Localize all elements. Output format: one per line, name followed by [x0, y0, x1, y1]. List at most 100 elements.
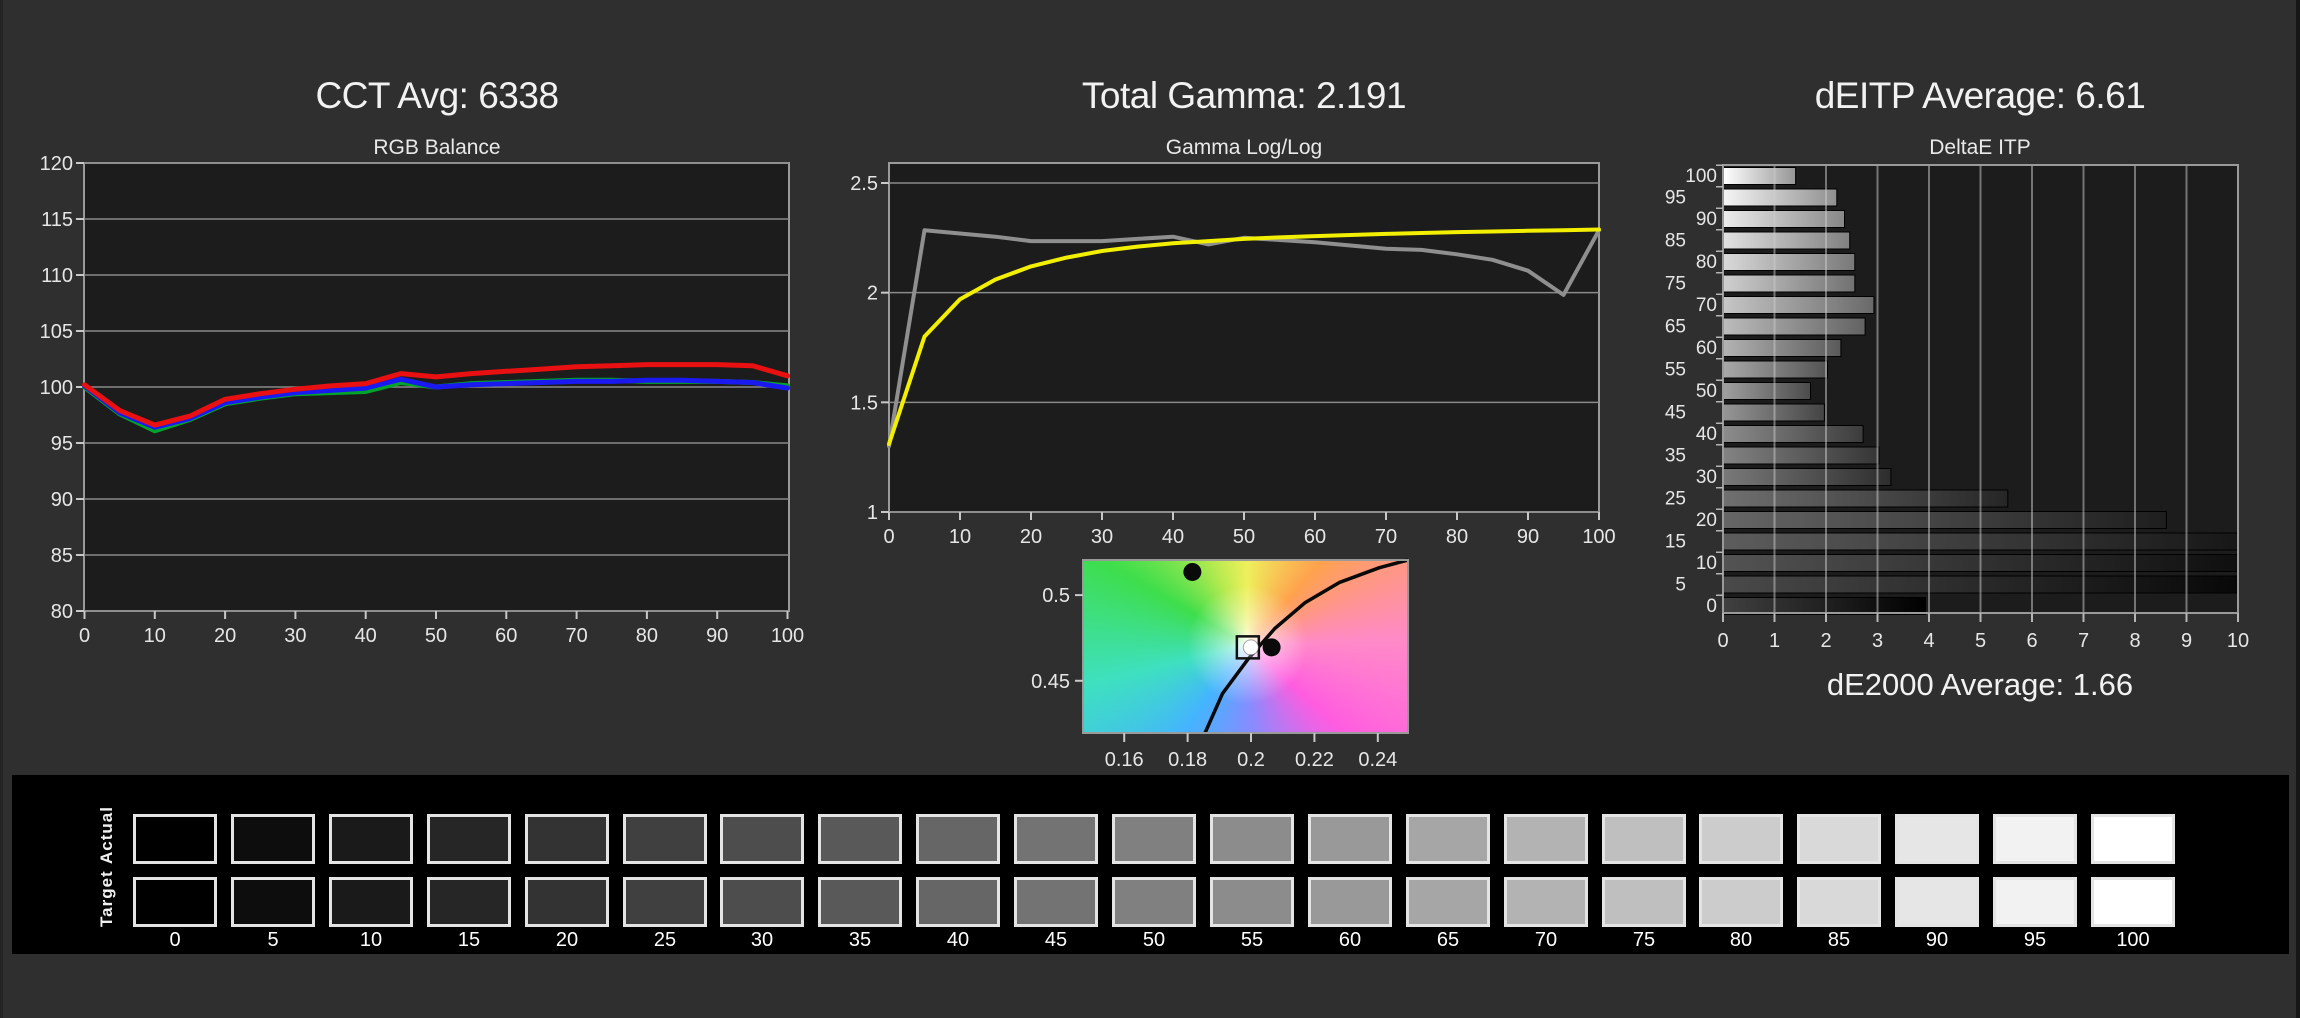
deitp-plot-border — [1722, 164, 2239, 614]
deitp-bar-5 — [1723, 575, 2239, 594]
actual-swatch-35 — [818, 814, 902, 864]
deitp-bar-55 — [1723, 360, 1828, 379]
swatch-level-label: 0 — [169, 929, 181, 951]
swatch-level-label: 90 — [1925, 929, 1949, 951]
deitp-plot-area — [1723, 165, 2238, 613]
target-swatch-5 — [231, 877, 315, 927]
deitp-category-label: 100 — [1685, 166, 1717, 187]
swatch-level-label: 35 — [848, 929, 872, 951]
x-tick-label: 60 — [495, 625, 517, 647]
deitp-category-label: 55 — [1665, 360, 1686, 381]
deitp-bar-85 — [1723, 231, 1851, 250]
actual-swatch-60 — [1308, 814, 1392, 864]
gamma-loglog-series-reference — [887, 227, 1601, 446]
x-tick-label: 50 — [1233, 526, 1255, 548]
swatch-level-label: 85 — [1827, 929, 1851, 951]
x-tick-label: 90 — [1517, 526, 1539, 548]
target-swatch-50 — [1112, 877, 1196, 927]
y-tick-label: 120 — [40, 153, 73, 175]
deitp-category-label: 30 — [1696, 467, 1717, 488]
strip-row-label-actual: Actual — [97, 806, 116, 864]
x-tick-label: 100 — [1582, 526, 1615, 548]
gamma-loglog-series-measured — [887, 228, 1601, 449]
cie-y-tick-label: 0.45 — [1031, 671, 1070, 693]
x-tick-label: 60 — [1304, 526, 1326, 548]
y-tick-label: 90 — [51, 489, 73, 511]
cie-x-tick-label: 0.16 — [1105, 749, 1144, 771]
deitp-category-label: 75 — [1665, 274, 1686, 295]
deitp-category-label: 80 — [1696, 252, 1717, 273]
swatch-level-label: 50 — [1142, 929, 1166, 951]
total-gamma-title: Total Gamma: 2.191 — [1081, 75, 1407, 116]
x-tick-label: 40 — [1162, 526, 1184, 548]
gamma-loglog-subtitle: Gamma Log/Log — [1165, 136, 1323, 159]
de2000-average-label: dE2000 Average: 1.66 — [1826, 667, 2134, 702]
deitp-average-title: dEITP Average: 6.61 — [1814, 75, 2146, 116]
deitp-category-label: 50 — [1696, 381, 1717, 402]
actual-swatch-5 — [231, 814, 315, 864]
actual-swatch-0 — [133, 814, 217, 864]
x-tick-label: 2 — [1820, 630, 1831, 652]
deitp-bar-75 — [1723, 274, 1856, 293]
x-tick-label: 20 — [214, 625, 236, 647]
deltae-itp-subtitle: DeltaE ITP — [1929, 136, 2031, 159]
actual-swatch-15 — [427, 814, 511, 864]
actual-swatch-30 — [720, 814, 804, 864]
actual-swatch-65 — [1406, 814, 1490, 864]
target-swatch-70 — [1504, 877, 1588, 927]
actual-swatch-45 — [1014, 814, 1098, 864]
deitp-category-label: 70 — [1696, 295, 1717, 316]
x-tick-label: 10 — [949, 526, 971, 548]
rgb-balance-series-green — [82, 377, 790, 434]
y-tick-label: 80 — [51, 601, 73, 623]
target-swatch-80 — [1699, 877, 1783, 927]
x-tick-label: 50 — [425, 625, 447, 647]
x-tick-label: 5 — [1975, 630, 1986, 652]
x-tick-label: 30 — [284, 625, 306, 647]
deitp-bar-50 — [1723, 382, 1811, 400]
deitp-bar-30 — [1723, 468, 1892, 486]
x-tick-label: 0 — [883, 526, 894, 548]
deitp-bar-0 — [1723, 597, 1926, 615]
x-tick-label: 10 — [2227, 630, 2249, 652]
deitp-bar-80 — [1723, 253, 1856, 271]
swatch-level-label: 70 — [1534, 929, 1558, 951]
rgb-balance-subtitle: RGB Balance — [373, 136, 501, 159]
gamma-loglog-plot-area — [888, 162, 1600, 513]
x-tick-label: 100 — [771, 625, 804, 647]
target-swatch-65 — [1406, 877, 1490, 927]
actual-swatch-85 — [1797, 814, 1881, 864]
actual-swatch-20 — [525, 814, 609, 864]
deitp-bar-20 — [1723, 511, 2167, 529]
actual-swatch-80 — [1699, 814, 1783, 864]
target-swatch-60 — [1308, 877, 1392, 927]
deitp-bar-60 — [1723, 339, 1842, 357]
actual-swatch-95 — [1993, 814, 2077, 864]
deitp-bar-35 — [1723, 446, 1880, 465]
y-tick-label: 2 — [867, 283, 878, 305]
cie-x-tick-label: 0.24 — [1358, 749, 1397, 771]
swatch-level-label: 15 — [457, 929, 481, 951]
deitp-category-label: 85 — [1665, 231, 1686, 252]
deitp-bar-25 — [1723, 489, 2009, 508]
calibration-report: CCT Avg: 6338 RGB Balance Total Gamma: 2… — [0, 0, 2300, 1018]
actual-swatch-100 — [2091, 814, 2175, 864]
y-tick-label: 100 — [40, 377, 73, 399]
swatch-level-label: 20 — [555, 929, 579, 951]
target-swatch-10 — [329, 877, 413, 927]
deitp-category-label: 45 — [1665, 403, 1686, 424]
rgb-balance-series-blue — [82, 376, 790, 430]
x-tick-label: 6 — [2026, 630, 2037, 652]
actual-swatch-50 — [1112, 814, 1196, 864]
swatch-level-label: 30 — [750, 929, 774, 951]
deitp-bar-70 — [1723, 296, 1875, 314]
x-tick-label: 80 — [636, 625, 658, 647]
target-swatch-90 — [1895, 877, 1979, 927]
swatch-level-label: 40 — [946, 929, 970, 951]
swatch-level-label: 75 — [1632, 929, 1656, 951]
deitp-category-label: 5 — [1675, 575, 1686, 596]
x-tick-label: 0 — [1717, 630, 1728, 652]
actual-swatch-90 — [1895, 814, 1979, 864]
target-swatch-40 — [916, 877, 1000, 927]
x-tick-label: 70 — [1375, 526, 1397, 548]
